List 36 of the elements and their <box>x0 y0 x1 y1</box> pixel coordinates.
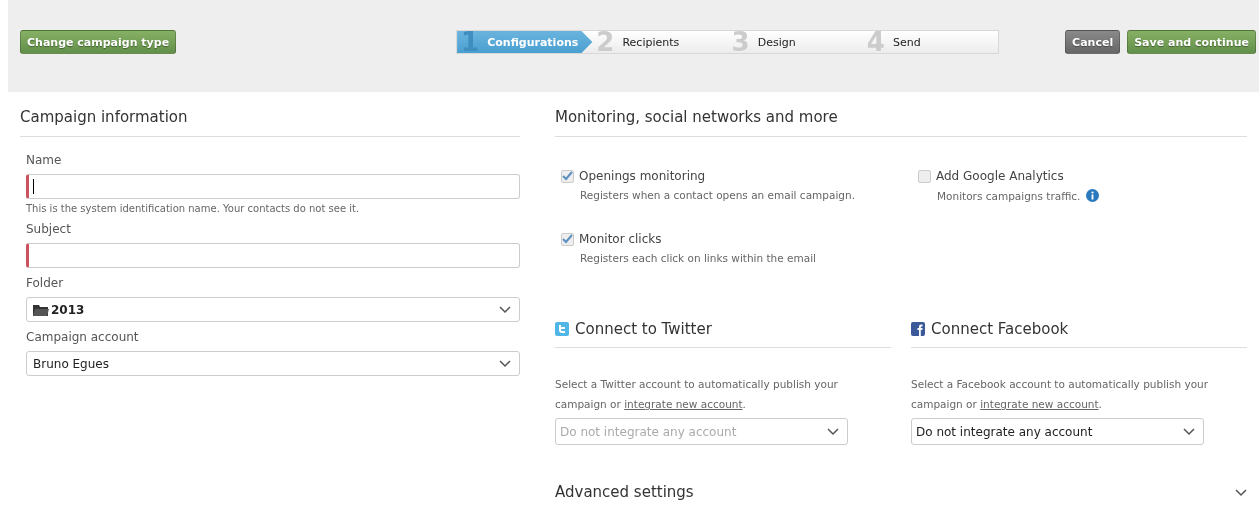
checkbox[interactable] <box>918 169 931 183</box>
info-icon[interactable] <box>1086 189 1100 202</box>
panel-description: Select a Twitter account to automatically publish your campaign or integrate new account. <box>555 377 839 412</box>
integrate-account-link[interactable]: integrate new account <box>980 398 1099 410</box>
checkbox[interactable] <box>561 169 574 183</box>
section-title: Campaign information <box>20 108 520 137</box>
chevron-down-icon <box>1183 427 1195 436</box>
checkbox[interactable] <box>561 232 574 246</box>
letter-f-logo-icon <box>911 322 925 336</box>
section-title: Monitoring, social networks and more <box>555 108 1247 137</box>
chevron-down-icon <box>827 427 839 436</box>
option-description: Registers when a contact opens an email campaign. <box>580 189 855 201</box>
select-field[interactable]: Bruno Egues <box>26 351 520 376</box>
panel-title: Connect Facebook <box>931 320 1069 338</box>
select-field[interactable]: 2013 <box>26 297 520 322</box>
option-description: Monitors campaigns traffic. <box>937 189 1081 202</box>
text-field[interactable] <box>26 174 520 199</box>
option-label: Openings monitoring <box>579 169 706 183</box>
panel-description: Select a Facebook account to automatically publish your campaign or integrate new account. <box>911 377 1210 412</box>
field-label: Subject <box>26 222 72 236</box>
field-label: Name <box>26 153 63 167</box>
advanced-settings-title[interactable]: Advanced settings <box>555 483 694 501</box>
panel-title: Connect to Twitter <box>575 320 712 338</box>
bird-logo-icon <box>555 322 569 336</box>
option-label: Monitor clicks <box>579 232 662 246</box>
chevron-down-icon <box>499 305 511 314</box>
option-label: Add Google Analytics <box>936 169 1064 183</box>
folder-icon <box>33 303 49 316</box>
field-label: Campaign account <box>26 330 140 344</box>
cancel-button[interactable]: Cancel <box>1065 30 1121 54</box>
field-label: Folder <box>26 276 65 290</box>
text-field[interactable] <box>26 243 520 268</box>
option-description: Registers each click on links within the email <box>580 252 816 264</box>
field-hint: This is the system identification name. Your contacts do not see it. <box>26 203 361 214</box>
account-select[interactable]: Do not integrate any account <box>911 418 1204 445</box>
chevron-down-icon <box>499 359 511 368</box>
